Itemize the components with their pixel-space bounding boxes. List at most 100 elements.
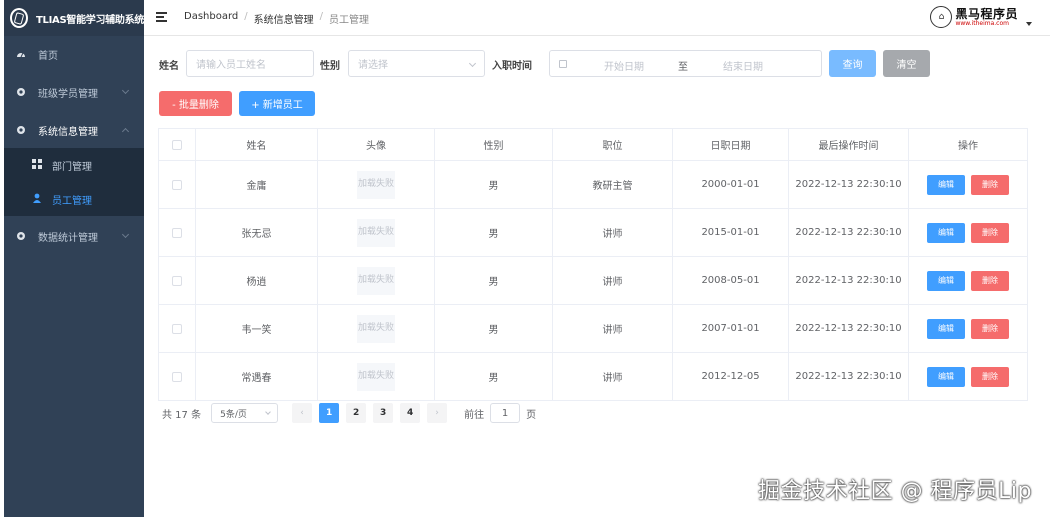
delete-button[interactable]: 删除 [971, 270, 1009, 291]
submenu-system-info: 部门管理 员工管理 [4, 148, 144, 216]
cell-actions: 编辑 删除 [909, 257, 1028, 304]
row-checkbox[interactable] [172, 323, 182, 334]
sidebar-item-departments[interactable]: 部门管理 [4, 148, 144, 182]
sidebar-item-class-students[interactable]: 班级学员管理 [4, 74, 144, 110]
delete-button[interactable]: 删除 [971, 222, 1009, 243]
column-header-gender: 性别 [435, 129, 553, 160]
page-button[interactable]: 4 [400, 403, 421, 423]
cell-job: 讲师 [553, 305, 673, 352]
cell-name: 张无忌 [196, 209, 318, 256]
table-row: 张无忌 加载失败 男 讲师 2015-01-01 2022-12-13 22:3… [158, 209, 1028, 257]
edit-button[interactable]: 编辑 [927, 270, 965, 291]
page-size-select[interactable]: 5条/页 [211, 403, 279, 423]
cell-gender: 男 [435, 257, 553, 304]
breadcrumb-separator: / [319, 11, 324, 22]
employee-table: 姓名 头像 性别 职位 日职日期 最后操作时间 操作 金庸 加载失败 男 教研主… [158, 128, 1028, 401]
brand-mark-icon: ⌂ [930, 6, 953, 28]
delete-button[interactable]: 删除 [971, 174, 1009, 195]
brand-name: 黑马程序员 [955, 6, 1018, 21]
top-header: Dashboard / 系统信息管理 / 员工管理 ⌂ 黑马程序员 www.it… [144, 0, 1050, 36]
table-row: 常遇春 加载失败 男 讲师 2012-12-05 2022-12-13 22:3… [158, 353, 1028, 401]
sidebar-item-system-info[interactable]: 系统信息管理 [4, 112, 144, 148]
column-header-job: 职位 [553, 129, 673, 160]
app-title: TLIAS智能学习辅助系统 [36, 14, 144, 26]
app-logo-icon [10, 8, 29, 28]
goto-page-input[interactable]: 1 [490, 403, 521, 423]
edit-button[interactable]: 编辑 [927, 174, 965, 195]
chevron-down-icon [121, 230, 130, 239]
date-range-picker[interactable]: 开始日期 至 结束日期 [549, 50, 822, 77]
page-suffix: 页 [526, 409, 537, 421]
name-input[interactable]: 请输入员工姓名 [186, 50, 314, 77]
select-all-checkbox[interactable] [172, 139, 182, 150]
next-page-button[interactable]: › [427, 403, 448, 423]
cell-job: 讲师 [553, 353, 673, 400]
goto-page-value: 1 [501, 407, 509, 419]
grid-icon [32, 158, 42, 172]
total-count: 共 17 条 [162, 409, 202, 421]
clear-button[interactable]: 清空 [883, 50, 930, 77]
logo-bar: TLIAS智能学习辅助系统 [4, 0, 144, 36]
column-header-name: 姓名 [196, 129, 318, 160]
row-checkbox[interactable] [172, 371, 182, 382]
breadcrumb-separator: / [244, 11, 248, 22]
pagination: 共 17 条 5条/页 ‹ 1 2 3 4 › 前往 1 页 [162, 402, 536, 424]
edit-button[interactable]: 编辑 [927, 318, 965, 339]
avatar-placeholder: 加载失败 [357, 266, 395, 295]
sidebar-item-statistics[interactable]: 数据统计管理 [4, 218, 144, 254]
sidebar-item-label: 首页 [38, 50, 58, 62]
gender-label: 性别 [320, 61, 340, 72]
gender-select[interactable]: 请选择 [348, 50, 485, 77]
cell-job: 讲师 [553, 257, 673, 304]
page-button[interactable]: 3 [373, 403, 394, 423]
date-range-separator: 至 [678, 62, 688, 73]
table-row: 杨逍 加载失败 男 讲师 2008-05-01 2022-12-13 22:30… [158, 257, 1028, 305]
gear-icon [16, 87, 26, 97]
collapse-menu-icon[interactable] [156, 12, 167, 22]
prev-page-button[interactable]: ‹ [292, 403, 313, 423]
breadcrumb-item-dashboard[interactable]: Dashboard [184, 11, 238, 26]
sidebar-item-home[interactable]: 首页 [4, 36, 144, 72]
name-input-placeholder: 请输入员工姓名 [196, 60, 266, 71]
delete-button[interactable]: 删除 [971, 318, 1009, 339]
table-row: 韦一笑 加载失败 男 讲师 2007-01-01 2022-12-13 22:3… [158, 305, 1028, 353]
row-select-cell [158, 305, 196, 352]
cell-gender: 男 [435, 209, 553, 256]
batch-delete-button[interactable]: - 批量删除 [159, 91, 232, 116]
add-employee-button[interactable]: + 新增员工 [239, 91, 315, 116]
page-button[interactable]: 1 [319, 403, 340, 423]
chevron-up-icon [121, 127, 130, 136]
start-date-placeholder[interactable]: 开始日期 [604, 58, 644, 73]
brand-url: www.itheima.com [955, 19, 1009, 27]
breadcrumb-item-system[interactable]: 系统信息管理 [254, 11, 314, 26]
row-select-cell [158, 353, 196, 400]
cell-actions: 编辑 删除 [909, 209, 1028, 256]
cell-update-time: 2022-12-13 22:30:10 [789, 305, 909, 352]
row-checkbox[interactable] [172, 179, 182, 190]
chevron-down-icon [265, 409, 271, 415]
avatar-placeholder: 加载失败 [357, 362, 395, 391]
sidebar-item-label: 数据统计管理 [38, 232, 98, 244]
avatar-placeholder: 加载失败 [357, 170, 395, 199]
edit-button[interactable]: 编辑 [927, 366, 965, 387]
page-size-value: 5条/页 [220, 409, 247, 420]
end-date-placeholder[interactable]: 结束日期 [723, 58, 763, 73]
cell-avatar: 加载失败 [318, 257, 435, 304]
row-checkbox[interactable] [172, 275, 182, 286]
cell-name: 金庸 [196, 161, 318, 208]
edit-button[interactable]: 编辑 [927, 222, 965, 243]
sidebar-item-employees[interactable]: 员工管理 [4, 182, 144, 216]
caret-down-icon[interactable] [1026, 22, 1032, 26]
cell-actions: 编辑 删除 [909, 305, 1028, 352]
chevron-down-icon [468, 59, 477, 68]
brand-logo[interactable]: ⌂ 黑马程序员 www.itheima.com [930, 6, 1032, 28]
row-select-cell [158, 257, 196, 304]
row-select-cell [158, 161, 196, 208]
row-checkbox[interactable] [172, 227, 182, 238]
cell-entry-date: 2007-01-01 [673, 305, 789, 352]
query-button[interactable]: 查询 [829, 50, 876, 77]
sidebar: TLIAS智能学习辅助系统 首页 班级学员管理 系统信息管理 部门管理 员工管理… [4, 0, 144, 517]
sidebar-item-label: 部门管理 [52, 161, 92, 173]
page-button[interactable]: 2 [346, 403, 367, 423]
delete-button[interactable]: 删除 [971, 366, 1009, 387]
